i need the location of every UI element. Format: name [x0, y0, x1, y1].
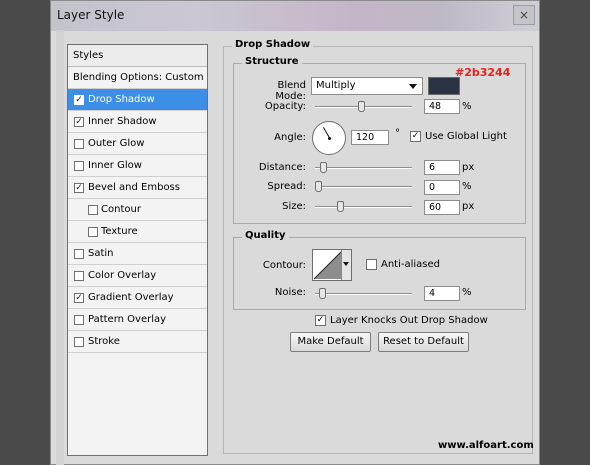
styles-item-checkbox[interactable]: ✓: [74, 95, 84, 105]
left-panel-edge: [56, 30, 64, 465]
styles-item-label: Drop Shadow: [88, 94, 155, 105]
opacity-unit: %: [462, 101, 472, 112]
quality-group: Quality: [233, 230, 526, 310]
styles-item-bevel-and-emboss[interactable]: ✓ Bevel and Emboss: [68, 177, 207, 199]
distance-unit: px: [462, 162, 475, 173]
styles-item-label: Inner Shadow: [88, 116, 157, 127]
blend-mode-value: Multiply: [316, 80, 356, 91]
styles-item-label: Pattern Overlay: [88, 314, 167, 325]
knockout-checkbox[interactable]: ✓: [315, 315, 326, 326]
styles-item-satin[interactable]: Satin: [68, 243, 207, 265]
opacity-label: Opacity:: [264, 101, 306, 112]
blend-mode-select[interactable]: Multiply: [311, 77, 423, 95]
distance-label: Distance:: [258, 162, 306, 173]
styles-item-label: Color Overlay: [88, 270, 157, 281]
size-label: Size:: [282, 201, 306, 212]
structure-title: Structure: [242, 56, 302, 67]
styles-item-label: Satin: [88, 248, 114, 259]
styles-item-label: Bevel and Emboss: [88, 182, 180, 193]
use-global-light-label[interactable]: Use Global Light: [425, 131, 507, 142]
angle-center: [328, 137, 331, 140]
blend-mode-label: Blend Mode:: [275, 80, 306, 102]
styles-item-outer-glow[interactable]: Outer Glow: [68, 133, 207, 155]
contour-label: Contour:: [262, 260, 306, 271]
close-icon[interactable]: ×: [513, 5, 535, 25]
styles-item-checkbox[interactable]: ✓: [74, 117, 84, 127]
noise-slider-track[interactable]: [315, 293, 412, 295]
distance-slider-thumb[interactable]: [320, 162, 328, 173]
watermark-text: www.alfoart.com: [438, 440, 534, 451]
size-unit: px: [462, 201, 475, 212]
dialog-title: Layer Style: [57, 8, 125, 22]
spread-slider-track[interactable]: [315, 186, 412, 188]
styles-item-checkbox[interactable]: [88, 205, 98, 215]
styles-item-checkbox[interactable]: [74, 249, 84, 259]
shadow-color-swatch[interactable]: [428, 77, 460, 95]
contour-curve-icon: [313, 250, 343, 280]
styles-item-label: Texture: [101, 226, 138, 237]
use-global-light-checkbox[interactable]: ✓: [410, 131, 421, 142]
styles-item-label: Stroke: [88, 336, 120, 347]
styles-item-checkbox[interactable]: [74, 161, 84, 171]
chevron-down-icon: [343, 262, 349, 266]
styles-item-checkbox[interactable]: [88, 227, 98, 237]
styles-item-label: Outer Glow: [88, 138, 145, 149]
title-bar[interactable]: Layer Style ×: [51, 1, 539, 31]
styles-list: Styles Blending Options: Custom ✓ Drop Sh…: [67, 44, 208, 456]
knockout-label[interactable]: Layer Knocks Out Drop Shadow: [330, 315, 488, 326]
spread-unit: %: [462, 181, 472, 192]
size-slider-thumb[interactable]: [336, 201, 344, 212]
contour-picker[interactable]: [312, 249, 352, 281]
styles-item-checkbox[interactable]: ✓: [74, 183, 84, 193]
styles-item-drop-shadow[interactable]: ✓ Drop Shadow: [68, 89, 207, 111]
styles-item-label: Gradient Overlay: [88, 292, 174, 303]
angle-unit: °: [395, 128, 400, 139]
styles-item-pattern-overlay[interactable]: Pattern Overlay: [68, 309, 207, 331]
styles-item-inner-glow[interactable]: Inner Glow: [68, 155, 207, 177]
distance-input[interactable]: 6: [424, 160, 460, 175]
spread-slider-thumb[interactable]: [315, 181, 322, 192]
styles-item-checkbox[interactable]: [74, 139, 84, 149]
styles-item-inner-shadow[interactable]: ✓ Inner Shadow: [68, 111, 207, 133]
angle-dial[interactable]: [312, 121, 346, 155]
noise-unit: %: [462, 287, 472, 298]
styles-item-contour[interactable]: Contour: [68, 199, 207, 221]
styles-item-checkbox[interactable]: [74, 315, 84, 325]
blending-options-item[interactable]: Blending Options: Custom: [68, 67, 207, 89]
size-input[interactable]: 60: [424, 200, 460, 215]
contour-dropdown[interactable]: [341, 250, 351, 280]
angle-label: Angle:: [274, 132, 306, 143]
reset-default-button[interactable]: Reset to Default: [378, 332, 469, 352]
styles-header[interactable]: Styles: [68, 45, 207, 67]
opacity-input[interactable]: 48: [424, 99, 460, 114]
quality-title: Quality: [242, 230, 289, 241]
styles-item-checkbox[interactable]: [74, 271, 84, 281]
styles-item-stroke[interactable]: Stroke: [68, 331, 207, 353]
styles-item-color-overlay[interactable]: Color Overlay: [68, 265, 207, 287]
color-hex-annotation: #2b3244: [455, 66, 511, 79]
distance-slider-track[interactable]: [315, 167, 412, 169]
noise-label: Noise:: [274, 287, 306, 298]
styles-item-label: Inner Glow: [88, 160, 142, 171]
anti-aliased-label[interactable]: Anti-aliased: [381, 259, 440, 270]
anti-aliased-checkbox[interactable]: [366, 259, 377, 270]
noise-slider-thumb[interactable]: [318, 288, 326, 299]
drop-shadow-title: Drop Shadow: [232, 39, 314, 50]
styles-item-gradient-overlay[interactable]: ✓ Gradient Overlay: [68, 287, 207, 309]
angle-input[interactable]: 120: [351, 130, 389, 145]
styles-item-checkbox[interactable]: [74, 337, 84, 347]
styles-item-label: Contour: [101, 204, 141, 215]
spread-label: Spread:: [267, 181, 306, 192]
spread-input[interactable]: 0: [424, 180, 460, 195]
size-slider-track[interactable]: [315, 206, 412, 208]
chevron-down-icon: [409, 84, 417, 89]
styles-item-checkbox[interactable]: ✓: [74, 293, 84, 303]
styles-item-texture[interactable]: Texture: [68, 221, 207, 243]
noise-input[interactable]: 4: [424, 286, 460, 301]
opacity-slider-thumb[interactable]: [358, 101, 366, 112]
make-default-button[interactable]: Make Default: [290, 332, 371, 352]
